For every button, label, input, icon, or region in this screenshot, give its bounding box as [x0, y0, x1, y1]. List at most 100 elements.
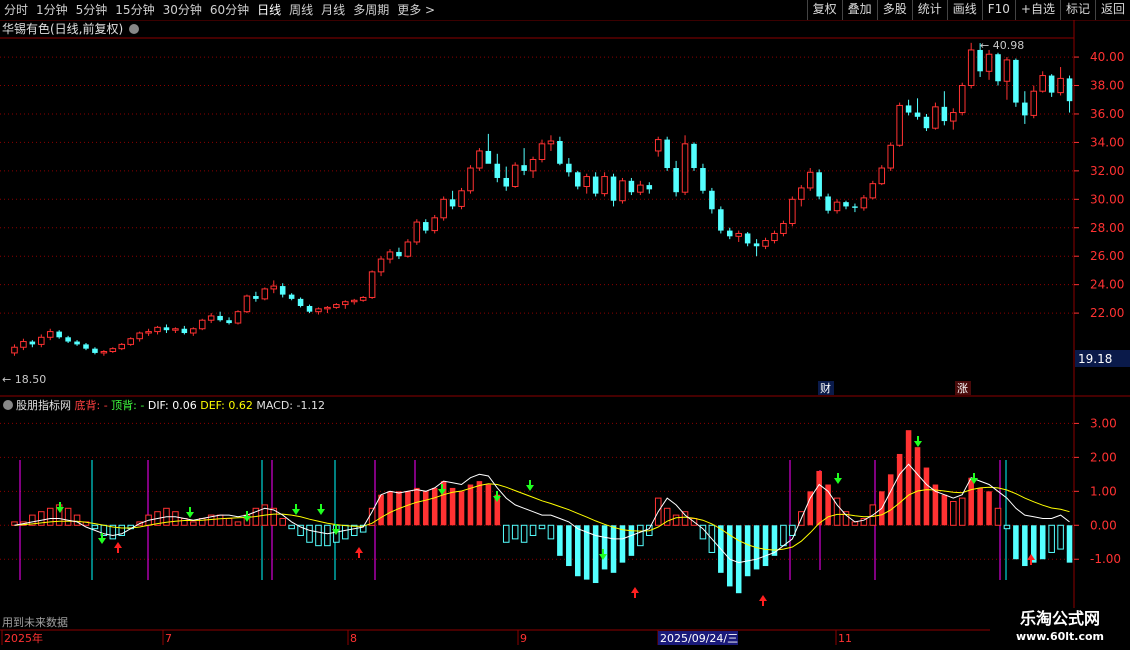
price-tick-label: 34.00 — [1090, 135, 1124, 149]
candle-body-down — [306, 305, 313, 312]
signal-arrow-down-head — [98, 538, 106, 544]
signal-arrow-down-head — [186, 512, 194, 518]
candle-body-down — [56, 331, 62, 338]
candle-body-up — [458, 190, 465, 207]
candle-body-down — [449, 199, 456, 207]
price-tick-label: 32.00 — [1090, 164, 1124, 178]
candle-body-down — [521, 165, 527, 171]
candle-body-down — [396, 251, 402, 257]
candle-body-down — [718, 209, 724, 231]
macd-bar-up — [449, 487, 456, 526]
price-tick-label: 28.00 — [1090, 221, 1124, 235]
candle-body-up — [377, 258, 385, 273]
candle-body-down — [816, 172, 822, 197]
time-axis-label: 2025/09/24/三 — [660, 632, 738, 645]
macd-bar-up — [422, 491, 429, 526]
candle-body-up — [467, 167, 474, 192]
candle-body-down — [825, 196, 831, 211]
candle-body-up — [270, 285, 278, 290]
candle-body-up — [985, 53, 993, 72]
indicator-header-part: - — [140, 399, 147, 412]
macd-bar-up — [46, 507, 54, 526]
time-axis-label: 9 — [520, 632, 527, 645]
macd-bar-up — [198, 517, 206, 526]
watermark: 乐淘公式网 www.60lt.com — [990, 608, 1130, 650]
watermark-url: www.60lt.com — [1015, 630, 1105, 643]
macd-bar-down — [324, 524, 331, 547]
candle-body-down — [422, 222, 429, 231]
finance-badge: 财 — [820, 381, 831, 395]
candle-body-down — [217, 315, 223, 321]
candle-body-up — [234, 311, 242, 324]
candle-body-down — [181, 328, 188, 334]
macd-bar-down — [628, 525, 635, 556]
macd-bar-down — [601, 525, 608, 570]
macd-bar-down — [538, 524, 546, 530]
macd-bar-down — [637, 524, 644, 547]
macd-bar-down — [557, 525, 563, 556]
macd-bar-up — [73, 514, 81, 526]
candle-body-up — [780, 222, 787, 234]
candle-body-up — [601, 176, 608, 195]
macd-bar-up — [172, 511, 179, 526]
candle-body-up — [789, 198, 796, 224]
signal-arrow-up-head — [355, 547, 363, 553]
candle-body-down — [1066, 78, 1073, 102]
kline-chart: 40.00 38.00 36.00 34.00 32.00 30.00 28.00 26.00… — [0, 20, 1130, 650]
candle-body-down — [691, 143, 697, 169]
candle-body-up — [413, 221, 421, 243]
macd-bar-down — [762, 525, 769, 567]
macd-bar-down — [780, 524, 787, 547]
macd-bar-up — [216, 514, 224, 526]
candle-body-down — [574, 172, 581, 187]
candle-body-up — [762, 240, 769, 247]
candle-body-down — [905, 105, 912, 113]
macd-bar-down — [1022, 525, 1028, 567]
macd-tick-label: 3.00 — [1090, 416, 1117, 430]
candle-body-up — [771, 232, 778, 242]
macd-bar-up — [64, 507, 72, 526]
candle-body-up — [145, 331, 152, 334]
candle-body-up — [315, 308, 322, 313]
candle-body-up — [619, 180, 626, 202]
candle-body-up — [127, 338, 134, 345]
candle-body-down — [494, 163, 501, 178]
macd-bar-up — [431, 487, 438, 526]
candle-body-up — [350, 299, 358, 303]
macd-tick-label: -1.00 — [1090, 552, 1121, 566]
candle-body-up — [20, 341, 27, 348]
candle-body-up — [958, 85, 966, 114]
macd-bar-up — [807, 491, 814, 526]
macd-bar-up — [672, 514, 680, 526]
macd-bar-up — [681, 511, 689, 526]
candle-body-down — [700, 168, 706, 191]
macd-bar-down — [547, 524, 555, 540]
macd-bar-up — [923, 467, 930, 526]
low-marker-label: ← 18.50 — [2, 373, 46, 386]
candle-body-up — [511, 164, 519, 188]
candle-body-up — [967, 49, 975, 87]
macd-bar-up — [476, 481, 483, 526]
candle-body-down — [253, 296, 259, 299]
candle-body-up — [440, 198, 447, 219]
signal-arrow-down-head — [914, 441, 922, 447]
price-tick-label: 38.00 — [1090, 79, 1124, 93]
candle-body-up — [896, 104, 903, 146]
candle-body-up — [932, 106, 939, 129]
time-axis-label: 2025年 — [4, 631, 43, 645]
candle-body-up — [806, 171, 814, 189]
candle-body-down — [977, 49, 983, 72]
time-axis-label: 8 — [350, 632, 357, 645]
candle-body-down — [74, 341, 80, 345]
signal-arrow-down-head — [526, 485, 534, 491]
candle-body-down — [1013, 59, 1019, 103]
macd-bar-up — [977, 487, 983, 526]
candle-body-up — [476, 150, 483, 169]
macd-bar-up — [279, 517, 286, 526]
candle-body-up — [109, 348, 117, 353]
macd-bar-up — [387, 491, 393, 526]
macd-bar-up — [458, 491, 465, 526]
macd-bar-down — [315, 524, 322, 547]
macd-bar-down — [1003, 524, 1011, 530]
macd-bar-down — [1039, 525, 1046, 560]
